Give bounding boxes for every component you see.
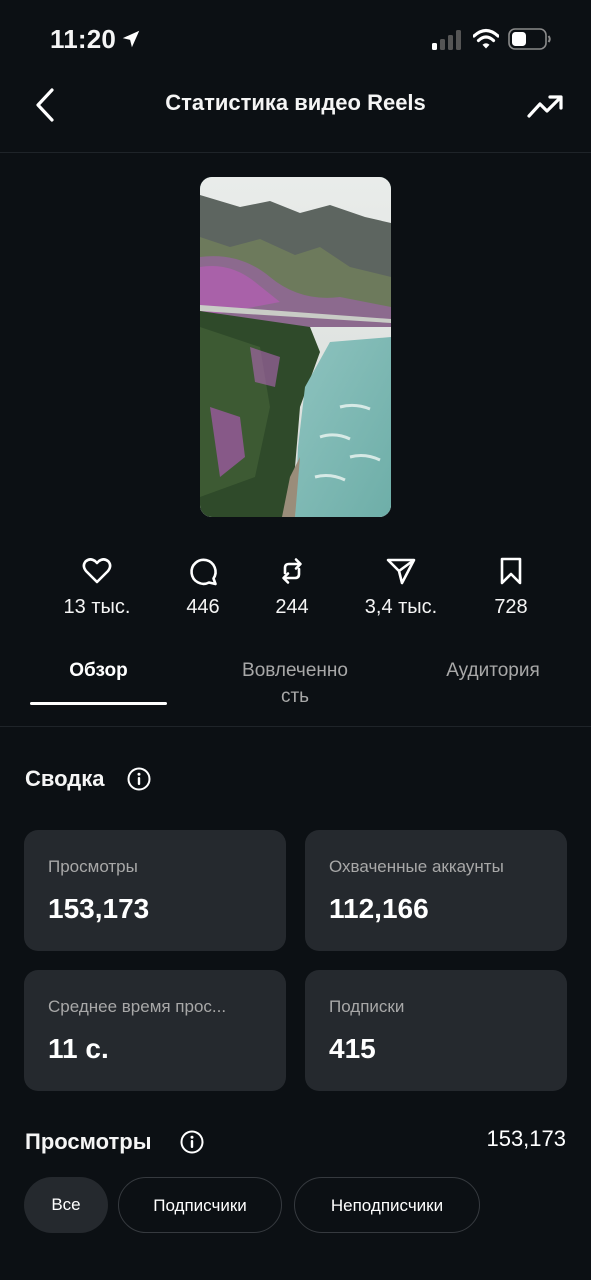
stat-shares: 3,4 тыс. [346, 555, 456, 619]
card-value: 112,166 [329, 893, 429, 924]
comment-icon [190, 558, 217, 586]
card-value: 11 с. [48, 1033, 109, 1064]
location-arrow-icon [122, 30, 140, 48]
card-label: Просмотры [48, 857, 138, 876]
card-value: 415 [329, 1033, 376, 1064]
header-divider [0, 152, 591, 153]
page-title: Статистика видео Reels [165, 90, 426, 115]
tab-engagement-label-line2: сть [280, 686, 310, 707]
card-label: Охваченные аккаунты [329, 857, 504, 876]
battery-icon [508, 28, 551, 50]
summary-title: Сводка [25, 766, 105, 791]
summary-card-follows[interactable]: Подписки 415 [305, 970, 567, 1091]
reposts-count: 244 [275, 596, 309, 618]
tab-engagement[interactable]: Вовлеченно сть [215, 658, 375, 710]
bookmark-icon [500, 557, 522, 585]
views-total: 153,173 [486, 1126, 566, 1151]
filter-non-followers[interactable]: Неподписчики [294, 1177, 480, 1233]
heart-icon [82, 558, 112, 584]
summary-card-views[interactable]: Просмотры 153,173 [24, 830, 286, 951]
info-icon[interactable] [127, 767, 151, 791]
info-icon[interactable] [180, 1130, 204, 1154]
card-label: Среднее время прос... [48, 997, 227, 1016]
reel-thumbnail[interactable] [200, 177, 391, 517]
wifi-icon [473, 28, 499, 49]
filter-all[interactable]: Все [24, 1177, 108, 1233]
active-tab-indicator [30, 702, 167, 705]
saves-count: 728 [494, 596, 528, 618]
share-icon [386, 558, 416, 585]
tabs-divider [0, 726, 591, 727]
views-title: Просмотры [25, 1129, 152, 1154]
shares-count: 3,4 тыс. [364, 596, 438, 618]
card-value: 153,173 [48, 893, 150, 924]
status-time: 11:20 [50, 24, 117, 54]
stat-saves: 728 [456, 555, 566, 619]
summary-card-avg-watch-time[interactable]: Среднее время прос... 11 с. [24, 970, 286, 1091]
card-label: Подписки [329, 997, 405, 1016]
repost-icon [282, 558, 302, 584]
filter-followers[interactable]: Подписчики [118, 1177, 282, 1233]
likes-count: 13 тыс. [63, 596, 131, 618]
stat-likes: 13 тыс. [42, 555, 152, 619]
tab-engagement-label-line1: Вовлеченно [242, 660, 348, 681]
tab-audience[interactable]: Аудитория [420, 658, 566, 684]
trending-up-icon[interactable] [526, 90, 564, 122]
cellular-signal-icon [432, 30, 461, 50]
summary-card-reached-accounts[interactable]: Охваченные аккаунты 112,166 [305, 830, 567, 951]
stat-reposts: 244 [237, 555, 347, 619]
tab-overview[interactable]: Обзор [30, 658, 167, 684]
reel-thumbnail-image [200, 177, 391, 517]
